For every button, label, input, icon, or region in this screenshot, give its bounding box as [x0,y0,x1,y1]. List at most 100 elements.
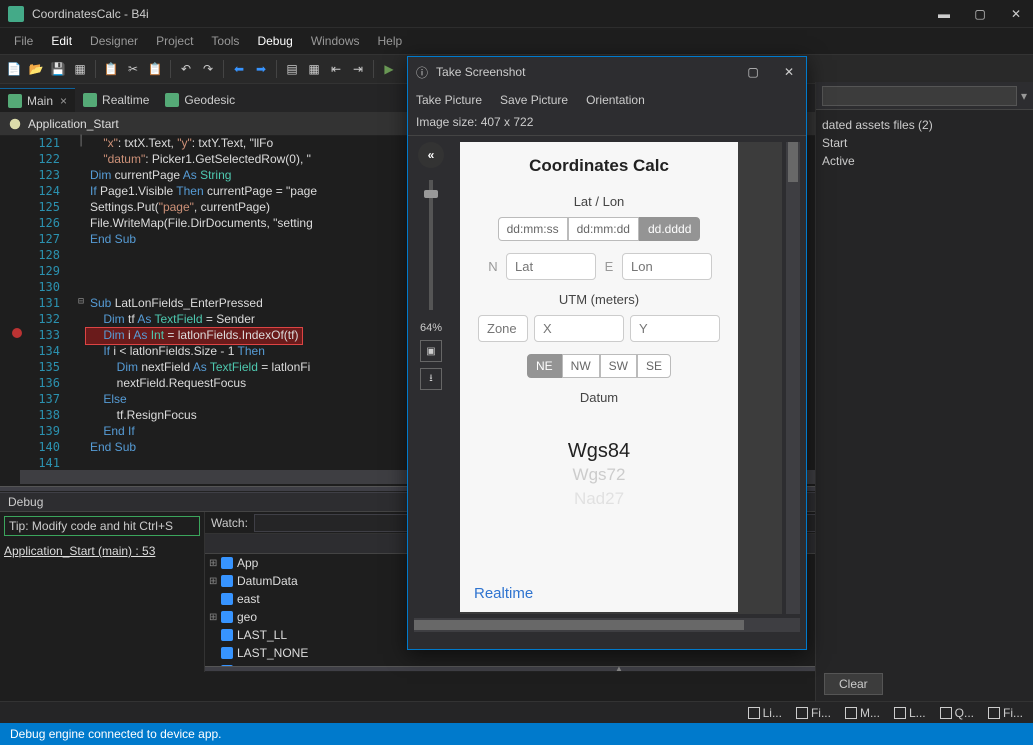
dialog-maximize-button[interactable]: ▢ [744,65,762,79]
seg-dd[interactable]: dd.dddd [639,217,700,241]
title-bar: CoordinatesCalc - B4i ▬ ▢ ✕ [0,0,1033,28]
nav-back-icon[interactable]: ⬅ [229,59,249,79]
label-n: N [486,259,500,274]
x-field[interactable] [534,315,624,342]
save-icon[interactable]: 💾 [48,59,68,79]
minimize-button[interactable]: ▬ [935,7,953,21]
save-image-icon[interactable]: ⭳ [420,368,442,390]
run-icon[interactable]: ▶ [379,59,399,79]
paste-icon[interactable]: 📋 [145,59,165,79]
preview-viewport[interactable]: Coordinates Calc Lat / Lon dd:mm:ss dd:m… [460,142,782,614]
menu-edit[interactable]: Edit [43,31,80,51]
indent-icon[interactable]: ⇥ [348,59,368,79]
tab-main-label: Main [27,94,53,108]
label-e: E [602,259,616,274]
seg-dms[interactable]: dd:mm:ss [498,217,568,241]
menu-help[interactable]: Help [370,31,411,51]
menu-file[interactable]: File [6,31,41,51]
dialog-close-button[interactable]: ✕ [780,65,798,79]
tab-geodesic-label: Geodesic [184,93,235,107]
log-filter-dropdown[interactable] [822,86,1017,106]
close-icon[interactable]: × [60,94,67,108]
collapse-icon[interactable]: « [418,142,444,168]
zoom-slider[interactable] [429,180,433,310]
redo-icon[interactable]: ↷ [198,59,218,79]
undo-icon[interactable]: ↶ [176,59,196,79]
status-bar: Debug engine connected to device app. [0,723,1033,745]
seg-ne[interactable]: NE [527,354,562,378]
menu-orientation[interactable]: Orientation [586,93,645,107]
fit-icon[interactable]: ▣ [420,340,442,362]
open-icon[interactable]: 📂 [26,59,46,79]
toolwin-modules[interactable]: M... [839,704,886,722]
scrollbar-thumb[interactable] [788,142,798,182]
nav-fwd-icon[interactable]: ➡ [251,59,271,79]
toolwin-libraries[interactable]: Li... [742,704,788,722]
lat-field[interactable] [506,253,596,280]
seg-dmd[interactable]: dd:mm:dd [568,217,639,241]
seg-sw[interactable]: SW [600,354,637,378]
section-datum: Datum [460,390,738,405]
log-line: Active [822,152,1027,170]
cut-icon[interactable]: ✂ [123,59,143,79]
zone-field[interactable] [478,315,528,342]
menu-tools[interactable]: Tools [203,31,247,51]
zoom-value: 64% [420,322,442,334]
zoom-rail: « 64% ▣ ⭳ [414,142,448,390]
tab-realtime[interactable]: Realtime [75,88,157,112]
toolwin-logs[interactable]: L... [888,704,932,722]
realtime-link[interactable]: Realtime [474,585,533,602]
toolwin-files[interactable]: Fi... [790,704,837,722]
hemisphere-segment: NE NW SW SE [460,354,738,378]
watch-label: Watch: [211,516,248,530]
nav-crumb[interactable]: Application_Start [28,117,119,131]
menu-save-picture[interactable]: Save Picture [500,93,568,107]
module-icon [83,93,97,107]
preview-hscroll[interactable] [414,618,800,632]
seg-nw[interactable]: NW [562,354,600,378]
dialog-menu: Take Picture Save Picture Orientation [408,87,806,113]
export-icon[interactable]: ▦ [70,59,90,79]
clear-button[interactable]: Clear [824,673,883,695]
close-button[interactable]: ✕ [1007,7,1025,21]
grid1-icon[interactable]: ▤ [282,59,302,79]
dialog-title: Take Screenshot [436,65,726,79]
scrollbar-thumb[interactable] [414,620,744,630]
grid2-icon[interactable]: ▦ [304,59,324,79]
fold-toggle[interactable]: ⊟ [78,296,84,307]
latlon-format-segment: dd:mm:ss dd:mm:dd dd.dddd [460,217,738,241]
lon-field[interactable] [622,253,712,280]
menu-windows[interactable]: Windows [303,31,368,51]
tab-main[interactable]: Main × [0,88,75,112]
tab-realtime-label: Realtime [102,93,149,107]
seg-se[interactable]: SE [637,354,671,378]
toolwin-quick[interactable]: Q... [934,704,980,722]
screenshot-dialog: ⓘ Take Screenshot ▢ ✕ Take Picture Save … [407,56,807,650]
fold-line[interactable]: │ [78,136,84,147]
new-icon[interactable]: 📄 [4,59,24,79]
device-preview: Coordinates Calc Lat / Lon dd:mm:ss dd:m… [460,142,738,612]
slider-knob[interactable] [424,190,438,198]
y-field[interactable] [630,315,720,342]
datum-picker[interactable]: Wgs84 Wgs72 Nad27 [460,415,738,511]
image-size-label: Image size: 407 x 722 [408,113,806,136]
call-stack: Tip: Modify code and hit Ctrl+S Applicat… [0,512,205,672]
module-icon [165,93,179,107]
outdent-icon[interactable]: ⇤ [326,59,346,79]
copy-icon[interactable]: 📋 [101,59,121,79]
chevron-down-icon[interactable]: ▾ [1021,89,1027,103]
tab-geodesic[interactable]: Geodesic [157,88,243,112]
menu-take-picture[interactable]: Take Picture [416,93,482,107]
preview-vscroll[interactable] [786,142,800,614]
maximize-button[interactable]: ▢ [971,7,989,21]
debug-tip: Tip: Modify code and hit Ctrl+S [4,516,200,536]
status-text: Debug engine connected to device app. [10,727,222,741]
menu-project[interactable]: Project [148,31,201,51]
section-utm: UTM (meters) [460,292,738,307]
bottom-toolwindow-bar: Li... Fi... M... L... Q... Fi... [0,701,1033,723]
stack-frame[interactable]: Application_Start (main) : 53 [4,542,200,560]
toolwin-find[interactable]: Fi... [982,704,1029,722]
menu-debug[interactable]: Debug [249,31,300,51]
menu-designer[interactable]: Designer [82,31,146,51]
app-title: Coordinates Calc [460,142,738,194]
